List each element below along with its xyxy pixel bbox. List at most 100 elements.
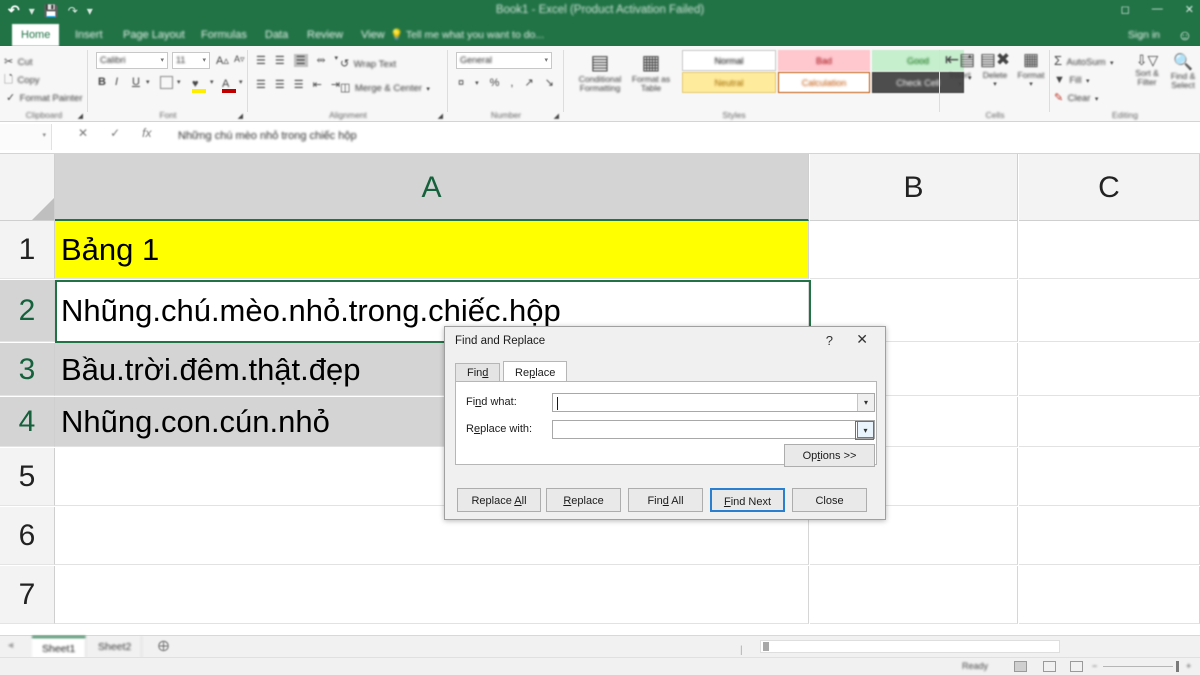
cell-c4[interactable] (1019, 397, 1200, 447)
column-header-a[interactable]: A (55, 154, 809, 221)
chevron-down-icon[interactable]: ▾ (239, 78, 243, 86)
options-button[interactable]: Options >> (784, 444, 875, 467)
minimize-icon[interactable]: — (1152, 3, 1163, 16)
sort-filter-button[interactable]: ⇩▽ Sort & Filter (1130, 52, 1164, 87)
delete-cells-button[interactable]: ▤✖ Delete ▾ (978, 50, 1012, 88)
comma-style-icon[interactable]: , (510, 77, 513, 89)
formula-bar-content[interactable]: Những chú mèo nhỏ trong chiếc hộp (178, 130, 357, 142)
bold-button[interactable]: B (98, 76, 106, 88)
sheet-nav-arrows[interactable]: ◄ (6, 640, 15, 650)
increase-decimal-icon[interactable]: ↗ (524, 76, 533, 89)
font-name-combo[interactable]: Calibri ▾ (96, 52, 168, 69)
fill-button[interactable]: ▼ Fill ▾ (1054, 70, 1089, 88)
replace-button[interactable]: Replace (546, 488, 621, 512)
tab-data[interactable]: Data (256, 24, 297, 46)
cell-a1[interactable]: Bảng 1 (55, 221, 809, 279)
check-icon[interactable]: ✓ (110, 126, 120, 140)
align-bottom-icon[interactable]: ☰ (294, 54, 308, 67)
select-all-corner[interactable] (0, 154, 55, 221)
find-all-button[interactable]: Find All (628, 488, 703, 512)
clear-button[interactable]: ✎ Clear ▾ (1054, 88, 1098, 106)
orientation-icon[interactable]: ⥈ (317, 54, 326, 67)
row-header-2[interactable]: 2 (0, 280, 55, 342)
find-and-replace-dialog[interactable]: Find and Replace ? ✕ Find Replace Find w… (444, 326, 886, 520)
autosum-button[interactable]: Σ AutoSum ▾ (1054, 52, 1114, 70)
help-icon[interactable]: ? (826, 333, 833, 348)
vertical-align-buttons[interactable]: ☰ ☰ ☰ ⥈ ▾ (256, 54, 338, 67)
find-select-button[interactable]: 🔍 Find & Select (1166, 52, 1200, 90)
decrease-decimal-icon[interactable]: ↘ (545, 76, 554, 89)
font-size-combo[interactable]: 11 ▾ (172, 52, 210, 69)
row-header-4[interactable]: 4 (0, 397, 55, 447)
accounting-format-icon[interactable]: ¤ (458, 77, 464, 89)
cell-c3[interactable] (1019, 343, 1200, 396)
italic-button[interactable]: I (115, 76, 118, 88)
percent-style-icon[interactable]: % (490, 77, 500, 89)
cell-c7[interactable] (1019, 566, 1200, 624)
horizontal-scrollbar[interactable] (760, 640, 1060, 653)
replace-with-input[interactable]: ▾ (552, 420, 875, 439)
format-painter-button[interactable]: ✓ Format Painter (6, 88, 83, 106)
increase-indent-icon[interactable]: ⇥ (331, 78, 340, 91)
underline-button[interactable]: U (132, 76, 140, 88)
add-sheet-icon[interactable]: ⨁ (158, 639, 169, 652)
cell-b1[interactable] (810, 221, 1018, 279)
insert-cells-button[interactable]: ⇤▤ Insert ▾ (944, 50, 976, 88)
chevron-down-icon[interactable]: ▾ (146, 78, 150, 86)
cut-button[interactable]: ✂ Cut (4, 52, 32, 70)
account-icon[interactable]: ☺ (1178, 27, 1192, 43)
format-as-table-button[interactable]: ▦ Format as Table (628, 50, 674, 93)
chevron-down-icon[interactable]: ▾ (160, 53, 164, 68)
chevron-down-icon[interactable]: ▾ (1095, 96, 1099, 103)
clipboard-dialog-launcher-icon[interactable]: ◢ (78, 112, 83, 120)
shrink-font-icon[interactable]: A▿ (234, 54, 245, 65)
horizontal-scrollbar-thumb[interactable] (763, 642, 769, 651)
cancel-icon[interactable]: ✕ (78, 126, 88, 140)
row-header-6[interactable]: 6 (0, 507, 55, 565)
replace-all-button[interactable]: Replace All (457, 488, 541, 512)
zoom-slider[interactable] (1103, 666, 1173, 667)
restore-icon[interactable]: ◻ (1121, 3, 1130, 16)
chevron-down-icon[interactable]: ▾ (544, 53, 548, 68)
tab-home[interactable]: Home (12, 24, 59, 46)
wrap-text-button[interactable]: ↺ Wrap Text (340, 54, 396, 72)
tab-page-layout[interactable]: Page Layout (114, 24, 194, 46)
align-right-icon[interactable]: ☰ (294, 78, 304, 91)
find-next-button[interactable]: Find Next (710, 488, 785, 512)
close-icon[interactable]: ✕ (856, 332, 868, 346)
horizontal-align-buttons[interactable]: ☰ ☰ ☰ ⇤ ⇥ (256, 78, 340, 91)
number-format-combo[interactable]: General ▾ (456, 52, 552, 69)
borders-icon[interactable] (160, 76, 173, 89)
chevron-down-icon[interactable]: ▾ (334, 54, 338, 67)
row-header-1[interactable]: 1 (0, 221, 55, 279)
tab-formulas[interactable]: Formulas (192, 24, 256, 46)
chevron-down-icon[interactable]: ▾ (1014, 80, 1048, 88)
chevron-down-icon[interactable]: ▾ (857, 421, 874, 438)
align-top-icon[interactable]: ☰ (256, 54, 266, 67)
cell-style-neutral[interactable]: Neutral (682, 72, 776, 93)
merge-center-button[interactable]: ◫ Merge & Center ▾ (340, 78, 430, 96)
column-header-c[interactable]: C (1019, 154, 1200, 221)
alignment-dialog-launcher-icon[interactable]: ◢ (438, 112, 443, 120)
chevron-down-icon[interactable]: ▾ (202, 53, 206, 68)
name-box[interactable]: ▾ (0, 124, 52, 150)
cell-c1[interactable] (1019, 221, 1200, 279)
cell-style-bad[interactable]: Bad (778, 50, 870, 71)
cell-c6[interactable] (1019, 507, 1200, 565)
sheet-tab-sheet2[interactable]: Sheet2 (88, 636, 142, 658)
close-icon[interactable]: ✕ (1185, 3, 1194, 16)
chevron-down-icon[interactable]: ▾ (426, 86, 430, 93)
font-color-button[interactable]: A (222, 74, 229, 92)
sheet-tab-sheet1[interactable]: Sheet1 (32, 636, 86, 658)
chevron-down-icon[interactable]: ▾ (42, 131, 46, 139)
find-what-input[interactable]: ▾ (552, 393, 875, 412)
cell-c2[interactable] (1019, 280, 1200, 342)
tab-review[interactable]: Review (298, 24, 352, 46)
page-break-preview-icon[interactable] (1070, 661, 1083, 672)
font-dialog-launcher-icon[interactable]: ◢ (238, 112, 243, 120)
tab-insert[interactable]: Insert (66, 24, 112, 46)
chevron-down-icon[interactable]: ▾ (857, 394, 874, 411)
page-layout-icon[interactable] (1043, 661, 1056, 672)
row-header-5[interactable]: 5 (0, 448, 55, 506)
row-header-3[interactable]: 3 (0, 343, 55, 396)
